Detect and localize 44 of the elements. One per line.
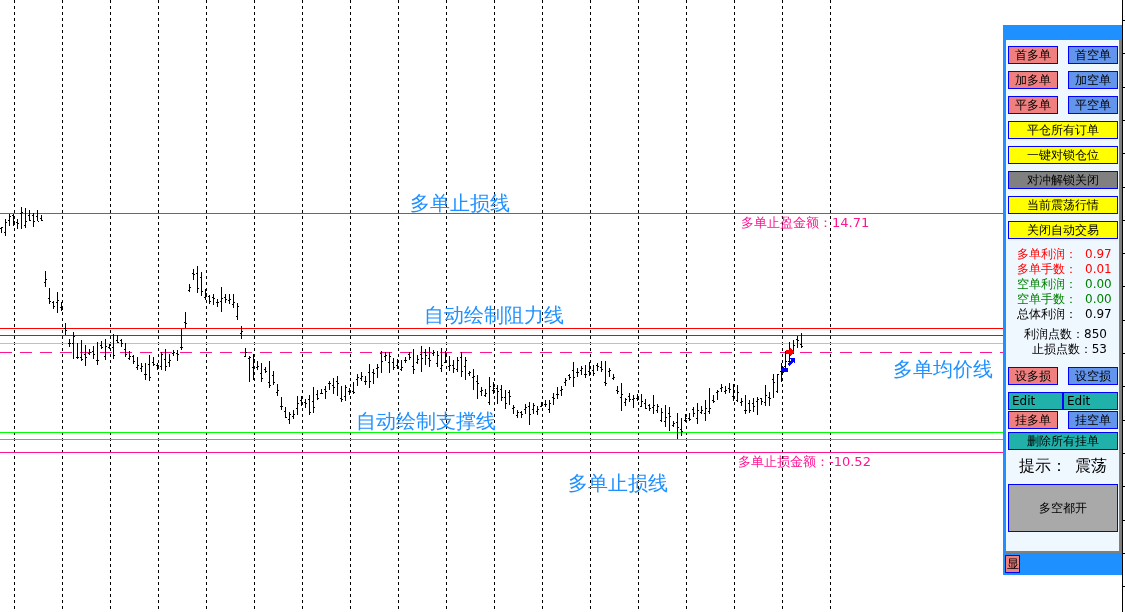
line-label: 自动绘制支撑线 (356, 409, 496, 433)
points-label: 止损点数： (1031, 342, 1092, 357)
action-button[interactable]: 当前震荡行情 (1008, 196, 1118, 214)
action-button[interactable]: 平仓所有订单 (1008, 121, 1118, 139)
order-button[interactable]: 加空单 (1068, 71, 1118, 89)
stop-loss-button[interactable]: 设多损 (1008, 367, 1058, 385)
stat-label: 空单利润： (1016, 277, 1077, 292)
show-button[interactable]: 显 (1005, 555, 1020, 573)
stat-label: 总体利润： (1016, 307, 1077, 322)
stat-label: 多单利润： (1016, 247, 1077, 262)
hint-label: 提示： (1019, 456, 1067, 476)
order-button[interactable]: 平空单 (1068, 96, 1118, 114)
hint-value: 震荡 (1075, 456, 1107, 476)
order-button[interactable]: 首多单 (1008, 46, 1058, 64)
line-label: 多单止损线 (568, 471, 668, 495)
arrow-marker-icon (786, 348, 794, 356)
pending-order-button[interactable]: 挂多单 (1008, 411, 1058, 429)
action-button[interactable]: 一键对锁仓位 (1008, 146, 1118, 164)
stat-value: 0.00 (1085, 277, 1113, 292)
line-label: 多单止损线 (410, 191, 510, 215)
stat-value: 0.97 (1085, 307, 1113, 322)
amount-label: 多单止盈金额：14.71 (741, 215, 870, 231)
order-button[interactable]: 平多单 (1008, 96, 1058, 114)
action-button[interactable]: 对冲解锁关闭 (1008, 171, 1118, 189)
points-value: 850 (1084, 327, 1107, 342)
stop-loss-button[interactable]: 设空损 (1068, 367, 1118, 385)
amount-label: 多单止损金额：-10.52 (738, 454, 871, 470)
line-label: 自动绘制阻力线 (424, 303, 564, 327)
order-button[interactable]: 首空单 (1068, 46, 1118, 64)
stat-label: 空单手数： (1016, 292, 1077, 307)
stat-value: 0.97 (1085, 247, 1113, 262)
stat-value: 0.01 (1085, 262, 1113, 277)
points-value: 53 (1091, 342, 1107, 357)
stat-label: 多单手数： (1016, 262, 1077, 277)
pending-order-button[interactable]: 挂空单 (1068, 411, 1118, 429)
mode-button[interactable]: 多空都开 (1008, 484, 1118, 532)
points-label: 利润点数： (1024, 327, 1085, 342)
line-label: 多单均价线 (893, 357, 993, 381)
delete-orders-button[interactable]: 删除所有挂单 (1008, 432, 1118, 450)
action-button[interactable]: 关闭自动交易 (1008, 221, 1118, 239)
input-field[interactable]: Edit (1008, 392, 1063, 410)
order-button[interactable]: 加多单 (1008, 71, 1058, 89)
stat-value: 0.00 (1085, 292, 1113, 307)
input-field[interactable]: Edit (1063, 392, 1118, 410)
